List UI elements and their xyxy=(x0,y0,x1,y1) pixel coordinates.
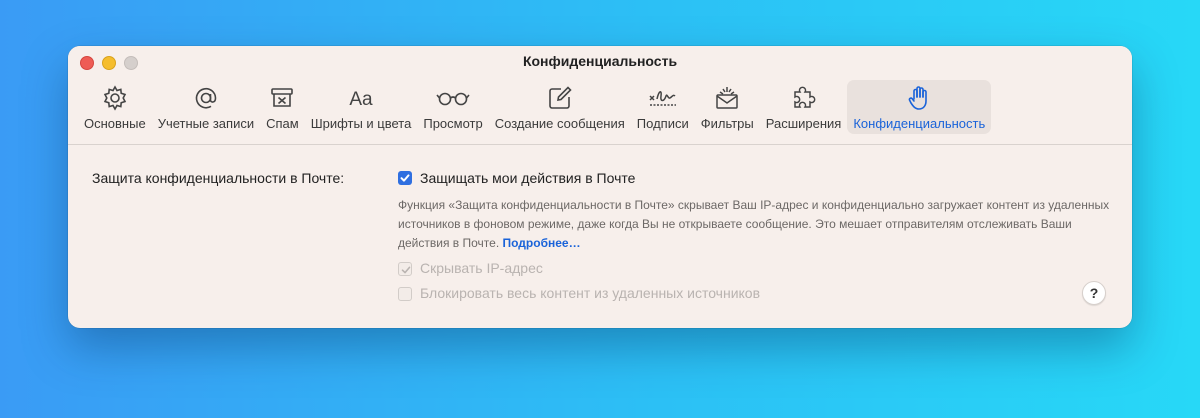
tab-viewing-label: Просмотр xyxy=(423,116,483,131)
help-button[interactable]: ? xyxy=(1082,281,1106,305)
tab-composing[interactable]: Создание сообщения xyxy=(489,80,631,134)
signature-icon xyxy=(649,91,676,106)
privacy-pane: Защита конфиденциальности в Почте: Защищ… xyxy=(68,145,1132,328)
fonts-aa-icon: Aa xyxy=(349,89,373,110)
hand-icon xyxy=(908,86,928,110)
checkmark-icon xyxy=(400,174,410,182)
tab-extensions[interactable]: Расширения xyxy=(760,80,848,134)
tab-junk[interactable]: Спам xyxy=(260,80,305,134)
tab-viewing[interactable]: Просмотр xyxy=(417,80,488,134)
tab-rules[interactable]: Фильтры xyxy=(695,80,760,134)
block-remote-content-label: Блокировать весь контент из удаленных ис… xyxy=(420,285,761,301)
compose-icon xyxy=(548,86,572,109)
toolbar: Основные Учетные записи Спам Aa Шрифты и… xyxy=(78,80,992,134)
gear-icon xyxy=(103,85,126,111)
at-sign-icon xyxy=(195,87,217,109)
learn-more-link[interactable]: Подробнее… xyxy=(503,236,581,250)
tab-extensions-label: Расширения xyxy=(765,116,842,131)
window-title: Конфиденциальность xyxy=(522,53,678,69)
tab-general[interactable]: Основные xyxy=(78,80,152,134)
tab-general-label: Основные xyxy=(84,116,146,131)
glasses-icon xyxy=(436,92,470,106)
junk-box-icon xyxy=(271,88,294,107)
checkmark-icon xyxy=(401,266,411,274)
preferences-window: Конфиденциальность Основные Учетные запи… xyxy=(68,46,1132,328)
svg-text:Aa: Aa xyxy=(349,89,373,110)
protect-activity-checkbox[interactable] xyxy=(398,171,412,185)
protect-activity-label[interactable]: Защищать мои действия в Почте xyxy=(420,170,635,186)
privacy-row-label: Защита конфиденциальности в Почте: xyxy=(92,170,345,186)
filter-envelope-icon xyxy=(716,87,738,109)
tab-fonts-colors[interactable]: Aa Шрифты и цвета xyxy=(305,80,418,134)
hide-ip-checkbox[interactable] xyxy=(398,262,412,276)
puzzle-icon xyxy=(793,86,815,108)
tab-accounts-label: Учетные записи xyxy=(157,116,255,131)
hide-ip-label: Скрывать IP-адрес xyxy=(420,260,543,276)
tab-fonts-colors-label: Шрифты и цвета xyxy=(310,116,412,131)
tab-rules-label: Фильтры xyxy=(700,116,754,131)
tab-junk-label: Спам xyxy=(266,116,299,131)
block-remote-content-checkbox[interactable] xyxy=(398,287,412,301)
tab-composing-label: Создание сообщения xyxy=(494,116,625,131)
privacy-description: Функция «Защита конфиденциальности в Поч… xyxy=(398,196,1118,253)
tab-signatures[interactable]: Подписи xyxy=(631,80,695,134)
tab-privacy[interactable]: Конфиденциальность xyxy=(847,80,992,134)
tab-signatures-label: Подписи xyxy=(636,116,689,131)
tab-accounts[interactable]: Учетные записи xyxy=(152,80,260,134)
titlebar: Конфиденциальность Основные Учетные запи… xyxy=(68,46,1132,145)
tab-privacy-label: Конфиденциальность xyxy=(853,116,986,131)
